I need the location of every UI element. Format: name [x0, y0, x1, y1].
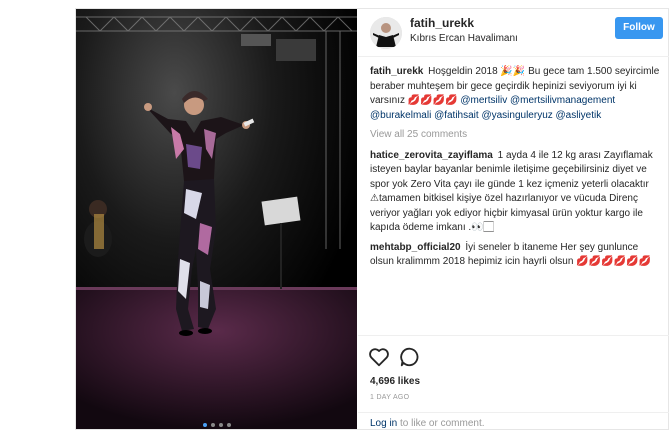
- login-link[interactable]: Log in: [370, 418, 397, 429]
- post-sidebar: fatih_urekk Kıbrıs Ercan Havalimanı Foll…: [358, 9, 669, 429]
- instagram-post: fatih_urekk Kıbrıs Ercan Havalimanı Foll…: [75, 8, 669, 430]
- carousel-dot-active[interactable]: [202, 423, 207, 427]
- list-item: hatice_zerovita_zayiflama 1 ayda 4 ile 1…: [370, 149, 662, 236]
- post-location[interactable]: Kıbrıs Ercan Havalimanı: [410, 33, 518, 44]
- login-prompt-text: to like or comment.: [397, 418, 485, 429]
- login-prompt: Log in to like or comment.: [358, 412, 669, 430]
- caption-username[interactable]: fatih_urekk: [370, 66, 423, 77]
- list-item: mehtabp_official20 İyi seneler b itaneme…: [370, 241, 662, 270]
- avatar-image: [370, 17, 402, 49]
- avatar[interactable]: [370, 17, 402, 49]
- comments-list: fatih_urekk Hoşgeldin 2018 🎉🎉 Bu gece ta…: [370, 65, 662, 275]
- post-actions: 4,696 likes 1 DAY AGO Log in to like or …: [358, 335, 669, 429]
- author-username[interactable]: fatih_urekk: [410, 16, 474, 30]
- caption: fatih_urekk Hoşgeldin 2018 🎉🎉 Bu gece ta…: [370, 65, 662, 123]
- post-photo[interactable]: [76, 9, 357, 429]
- comment-bubble-icon[interactable]: [399, 346, 421, 368]
- comment-username[interactable]: mehtabp_official20: [370, 242, 461, 253]
- comment-text: 1 ayda 4 ile 12 kg arası Zayıflamak iste…: [370, 149, 653, 234]
- carousel-dot[interactable]: [218, 423, 223, 427]
- view-all-comments-link[interactable]: View all 25 comments: [370, 128, 662, 143]
- carousel-dot[interactable]: [210, 423, 215, 427]
- like-count[interactable]: 4,696 likes: [370, 376, 420, 387]
- follow-button[interactable]: Follow: [615, 17, 663, 39]
- concert-photo-illustration: [76, 9, 357, 429]
- heart-icon[interactable]: [368, 346, 390, 368]
- carousel-indicator: [76, 423, 357, 427]
- post-header: fatih_urekk Kıbrıs Ercan Havalimanı Foll…: [358, 9, 669, 57]
- comment-username[interactable]: hatice_zerovita_zayiflama: [370, 150, 493, 161]
- carousel-dot[interactable]: [226, 423, 231, 427]
- post-timestamp: 1 DAY AGO: [370, 394, 410, 401]
